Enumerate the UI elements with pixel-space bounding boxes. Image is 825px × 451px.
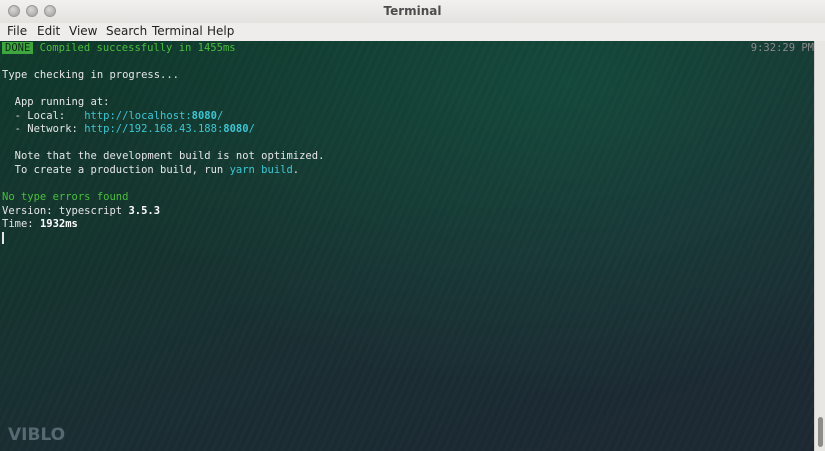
compiled-message: Compiled successfully in 1455ms (39, 42, 236, 54)
network-label: - Network: (2, 123, 85, 135)
timestamp: 9:32:29 PM (750, 42, 814, 54)
compile-status-line: DONE Compiled successfully in 1455ms (2, 42, 236, 55)
network-port[interactable]: 8080 (223, 123, 248, 135)
scrollbar-thumb[interactable] (818, 417, 823, 447)
time-label: Time: (2, 218, 40, 230)
menu-search[interactable]: Search (106, 24, 147, 38)
prod-prefix: To create a production build, run (2, 164, 230, 176)
network-url[interactable]: http://192.168.43.188: (84, 123, 223, 135)
menu-edit[interactable]: Edit (37, 24, 60, 38)
menu-terminal[interactable]: Terminal (152, 24, 203, 38)
network-url-line: - Network: http://192.168.43.188:8080/ (2, 123, 255, 136)
network-url-end[interactable]: / (249, 123, 255, 135)
text-cursor (2, 232, 4, 244)
type-checking-line: Type checking in progress... (2, 69, 180, 81)
time-line: Time: 1932ms (2, 218, 78, 231)
local-url-line: - Local: http://localhost:8080/ (2, 110, 224, 123)
prod-suffix: . (292, 164, 300, 176)
version-value: 3.5.3 (128, 205, 161, 217)
local-url-end[interactable]: / (217, 110, 223, 122)
vertical-scrollbar[interactable] (814, 41, 825, 451)
menu-file[interactable]: File (7, 24, 27, 38)
window-title: Terminal (383, 4, 442, 18)
local-label: - Local: (2, 110, 85, 122)
local-url[interactable]: http://localhost: (84, 110, 191, 122)
production-build-line: To create a production build, run yarn b… (2, 164, 299, 177)
viblo-watermark-logo: VIBLO (8, 425, 66, 445)
title-bar[interactable]: Terminal (0, 0, 825, 23)
version-line: Version: typescript 3.5.3 (2, 205, 160, 218)
menu-view[interactable]: View (69, 24, 97, 38)
yarn-build-command: yarn build (229, 164, 293, 176)
note-line: Note that the development build is not o… (2, 150, 325, 162)
local-port[interactable]: 8080 (192, 110, 217, 122)
terminal-output[interactable]: DONE Compiled successfully in 1455ms 9:3… (0, 41, 814, 451)
app-running-line: App running at: (2, 96, 110, 108)
menu-help[interactable]: Help (207, 24, 234, 38)
done-badge: DONE (2, 42, 34, 54)
menu-bar: File Edit View Search Terminal Help (0, 23, 825, 42)
time-value: 1932ms (39, 218, 78, 230)
terminal-window: Terminal File Edit View Search Terminal … (0, 0, 825, 451)
no-errors-line: No type errors found (2, 191, 129, 203)
version-label: Version: typescript (2, 205, 129, 217)
